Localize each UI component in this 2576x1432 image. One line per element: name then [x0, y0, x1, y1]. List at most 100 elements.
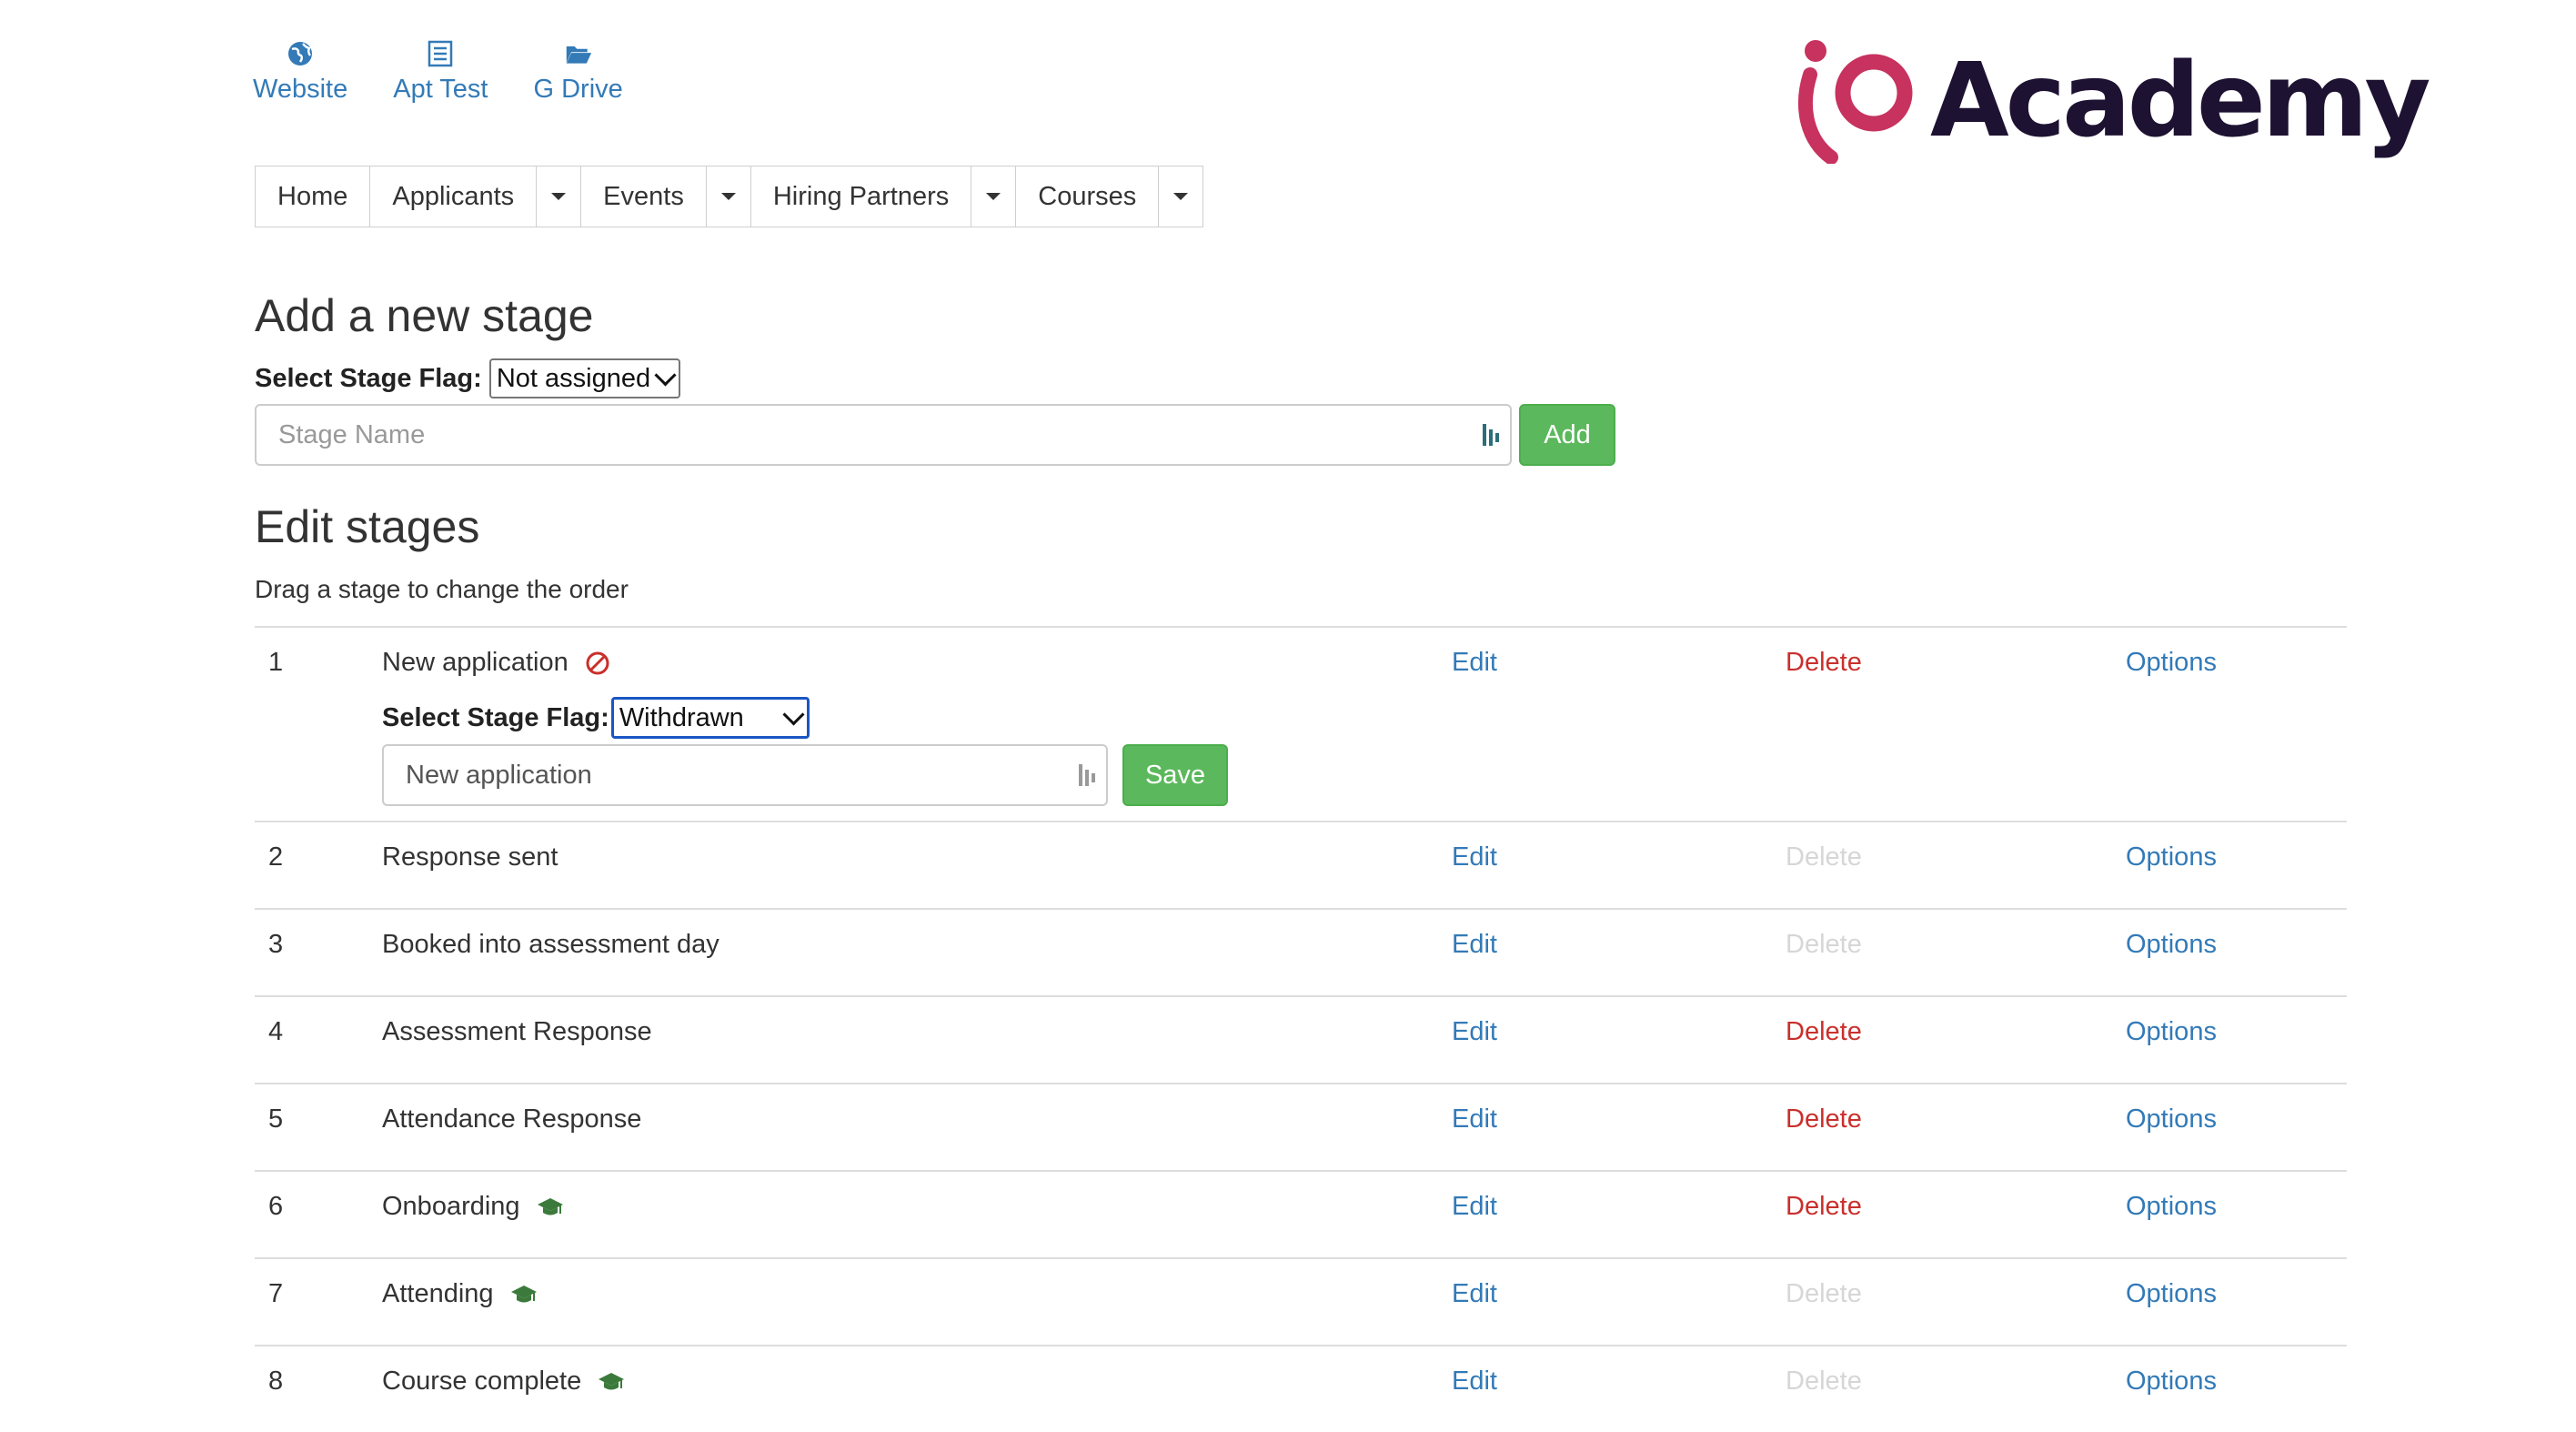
nav-hiring-partners-dropdown[interactable]: [971, 166, 1017, 227]
options-link[interactable]: Options: [2126, 1366, 2217, 1397]
password-manager-icon: [1079, 764, 1095, 786]
delete-link[interactable]: Delete: [1786, 648, 1862, 678]
stage-name: New application: [382, 648, 610, 678]
stage-flag-label: Select Stage Flag:: [255, 363, 482, 393]
website-link[interactable]: Website: [253, 40, 347, 105]
stage-name: Attending: [382, 1279, 538, 1309]
stage-name-text: New application: [382, 648, 569, 677]
stage-row[interactable]: 1 New application Edit Delete Options Se…: [255, 626, 2347, 821]
edit-link[interactable]: Edit: [1452, 842, 1497, 872]
stage-name: Onboarding: [382, 1192, 564, 1222]
add-stage-flag-row: Select Stage Flag: Not assigned: [255, 358, 681, 398]
stage-row[interactable]: 3 Booked into assessment day Edit Delete…: [255, 908, 2347, 995]
stage-row[interactable]: 8 Course complete Edit Delete Options: [255, 1345, 2347, 1432]
stage-name-text: Onboarding: [382, 1192, 520, 1221]
stage-name-text: Booked into assessment day: [382, 930, 719, 959]
options-link[interactable]: Options: [2126, 842, 2217, 872]
stage-name-text: Attendance Response: [382, 1104, 642, 1134]
delete-link-disabled: Delete: [1786, 1279, 1862, 1308]
graduation-cap-icon: [599, 1372, 625, 1389]
academy-logo-text: Academy: [1930, 42, 2430, 160]
stage-flag-value: Not assigned: [496, 363, 651, 393]
save-stage-button[interactable]: Save: [1122, 744, 1228, 806]
website-label: Website: [253, 75, 348, 104]
stage-row[interactable]: 5 Attendance Response Edit Delete Option…: [255, 1083, 2347, 1170]
list-icon: [428, 40, 453, 67]
nav-home[interactable]: Home: [256, 166, 371, 227]
delete-link-disabled: Delete: [1786, 842, 1862, 872]
nav-applicants[interactable]: Applicants: [370, 166, 538, 227]
stage-name: Booked into assessment day: [382, 930, 719, 960]
stage-name-placeholder: Stage Name: [278, 419, 426, 449]
nav-events-dropdown[interactable]: [707, 166, 751, 227]
apt-test-link[interactable]: Apt Test: [393, 40, 488, 105]
edit-link[interactable]: Edit: [1452, 1366, 1497, 1397]
password-manager-icon: [1483, 424, 1499, 446]
edit-link[interactable]: Edit: [1452, 1279, 1497, 1309]
stage-row[interactable]: 7 Attending Edit Delete Options: [255, 1257, 2347, 1345]
nav-courses-dropdown[interactable]: [1159, 166, 1202, 227]
stage-flag-select[interactable]: Not assigned: [488, 358, 681, 398]
options-link[interactable]: Options: [2126, 1192, 2217, 1222]
io-logo-mark: [1797, 40, 1913, 164]
add-stage-button[interactable]: Add: [1519, 404, 1615, 466]
inline-flag-label: Select Stage Flag:: [382, 702, 609, 732]
stage-row[interactable]: 6 Onboarding Edit Delete Options: [255, 1170, 2347, 1257]
stage-name: Course complete: [382, 1366, 625, 1397]
nav-courses[interactable]: Courses: [1016, 166, 1160, 227]
caret-down-icon: [986, 193, 1001, 200]
delete-link[interactable]: Delete: [1786, 1192, 1862, 1222]
edit-stages-heading: Edit stages: [255, 501, 480, 552]
stage-number: 2: [268, 842, 284, 872]
stage-name-input[interactable]: Stage Name: [255, 404, 1512, 466]
drag-hint: Drag a stage to change the order: [255, 575, 629, 603]
caret-down-icon: [551, 193, 567, 200]
delete-link[interactable]: Delete: [1786, 1104, 1862, 1135]
chevron-down-icon: [654, 363, 677, 387]
stage-number: 4: [268, 1017, 284, 1046]
quick-links: Website Apt Test G Drive: [253, 40, 669, 105]
stage-number: 6: [268, 1192, 284, 1221]
edit-link[interactable]: Edit: [1452, 930, 1497, 960]
options-link[interactable]: Options: [2126, 648, 2217, 678]
stage-number: 8: [268, 1366, 284, 1396]
stage-row[interactable]: 2 Response sent Edit Delete Options: [255, 821, 2347, 908]
options-link[interactable]: Options: [2126, 930, 2217, 960]
inline-stage-name-input[interactable]: New application: [382, 744, 1108, 806]
g-drive-label: G Drive: [533, 75, 623, 104]
edit-link[interactable]: Edit: [1452, 1192, 1497, 1222]
edit-link[interactable]: Edit: [1452, 1104, 1497, 1135]
nav-hiring-partners[interactable]: Hiring Partners: [751, 166, 972, 227]
stage-name: Response sent: [382, 842, 558, 872]
inline-flag-select[interactable]: Withdrawn: [610, 697, 810, 739]
edit-link[interactable]: Edit: [1452, 1017, 1497, 1047]
g-drive-link[interactable]: G Drive: [533, 40, 623, 105]
stage-name-text: Response sent: [382, 842, 558, 872]
academy-logo: Academy: [1790, 27, 2430, 164]
options-link[interactable]: Options: [2126, 1104, 2217, 1135]
nav-events[interactable]: Events: [581, 166, 707, 227]
options-link[interactable]: Options: [2126, 1017, 2217, 1047]
stage-name: Attendance Response: [382, 1104, 641, 1135]
stages-list: 1 New application Edit Delete Options Se…: [255, 626, 2347, 1432]
delete-link-disabled: Delete: [1786, 930, 1862, 959]
stage-number: 5: [268, 1104, 284, 1134]
inline-stage-name-value: New application: [406, 760, 592, 790]
nav-applicants-dropdown[interactable]: [537, 166, 582, 227]
caret-down-icon: [1173, 193, 1189, 200]
delete-link-disabled: Delete: [1786, 1366, 1862, 1396]
stage-number: 3: [268, 930, 284, 959]
graduation-cap-icon: [510, 1285, 537, 1302]
delete-link[interactable]: Delete: [1786, 1017, 1862, 1047]
inline-flag-row: Select Stage Flag: Withdrawn: [382, 697, 810, 739]
edit-link[interactable]: Edit: [1452, 648, 1497, 678]
apt-test-label: Apt Test: [393, 75, 488, 104]
page: Website Apt Test G Drive Academy Home Ap…: [0, 0, 2576, 1396]
stage-number: 1: [268, 648, 284, 677]
options-link[interactable]: Options: [2126, 1279, 2217, 1309]
stage-row[interactable]: 4 Assessment Response Edit Delete Option…: [255, 995, 2347, 1083]
stage-name-text: Assessment Response: [382, 1017, 652, 1046]
inline-flag-value: Withdrawn: [619, 702, 744, 732]
stage-name: Assessment Response: [382, 1017, 652, 1047]
ban-icon: [586, 651, 609, 674]
